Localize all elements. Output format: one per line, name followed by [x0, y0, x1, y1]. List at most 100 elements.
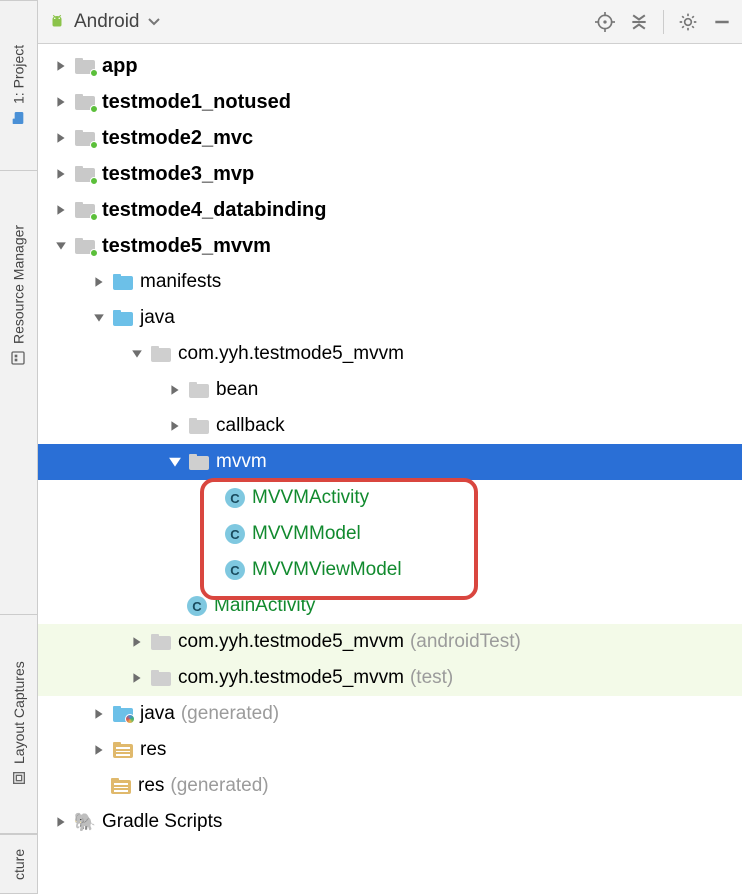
tree-row[interactable]: bean: [38, 372, 742, 408]
folder-res-icon: [112, 739, 134, 761]
tree-row[interactable]: C MVVMActivity: [38, 480, 742, 516]
tree-item-label: testmode5_mvvm: [102, 235, 271, 258]
tree-row[interactable]: java: [38, 300, 742, 336]
dropdown-icon[interactable]: [148, 17, 160, 27]
tree-row[interactable]: app: [38, 48, 742, 84]
class-c-icon: C: [224, 487, 246, 509]
tree-row[interactable]: testmode5_mvvm: [38, 228, 742, 264]
tree-item-label: java: [140, 307, 175, 329]
folder-icon: [11, 110, 27, 126]
view-selector-label: Android: [74, 11, 140, 33]
tree-item-label: app: [102, 55, 138, 78]
tree-item-suffix: (test): [410, 667, 453, 689]
tree-item-label: testmode3_mvp: [102, 163, 254, 186]
tree-row[interactable]: C MainActivity: [38, 588, 742, 624]
expand-arrow-icon[interactable]: [126, 631, 148, 653]
side-tab-label: Resource Manager: [11, 225, 27, 344]
tree-row[interactable]: mvvm: [38, 444, 742, 480]
expand-arrow-icon[interactable]: [164, 379, 186, 401]
captures-icon: [11, 770, 27, 786]
tree-item-suffix: (generated): [181, 703, 279, 725]
class-c-icon: C: [186, 595, 208, 617]
tree-item-label: manifests: [140, 271, 221, 293]
expand-arrow-icon[interactable]: [88, 271, 110, 293]
tree-item-suffix: (androidTest): [410, 631, 521, 653]
folder-module-icon: [74, 127, 96, 149]
side-tab-truncated[interactable]: cture: [0, 834, 38, 894]
tree-item-label: MVVMActivity: [252, 487, 369, 509]
project-tree[interactable]: app testmode1_notused testmode2_mvctestmod…: [38, 44, 742, 894]
expand-arrow-icon[interactable]: [50, 55, 72, 77]
tree-row[interactable]: testmode3_mvp: [38, 156, 742, 192]
side-tab-resource-manager[interactable]: Resource Manager: [0, 170, 37, 420]
folder-gray-icon: [188, 451, 210, 473]
collapse-icon[interactable]: [629, 12, 649, 32]
folder-module-icon: [74, 163, 96, 185]
tree-row[interactable]: manifests: [38, 264, 742, 300]
collapse-arrow-icon[interactable]: [164, 451, 186, 473]
folder-module-icon: [74, 55, 96, 77]
tree-row[interactable]: testmode2_mvc: [38, 120, 742, 156]
side-tab-label: cture: [11, 848, 27, 879]
expand-arrow-icon[interactable]: [88, 703, 110, 725]
expand-arrow-icon[interactable]: [164, 415, 186, 437]
expand-arrow-icon[interactable]: [50, 199, 72, 221]
folder-blue-icon: [112, 307, 134, 329]
tree-row[interactable]: C MVVMViewModel: [38, 552, 742, 588]
resource-icon: [11, 350, 27, 366]
tree-row[interactable]: com.yyh.testmode5_mvvm (test): [38, 660, 742, 696]
tree-row[interactable]: testmode4_databinding: [38, 192, 742, 228]
tree-item-label: testmode4_databinding: [102, 199, 326, 222]
tree-item-label: MainActivity: [214, 595, 315, 617]
tree-row[interactable]: com.yyh.testmode5_mvvm (androidTest): [38, 624, 742, 660]
side-tab-project[interactable]: 1: Project: [0, 0, 37, 170]
folder-gray-icon: [188, 415, 210, 437]
tree-item-label: com.yyh.testmode5_mvvm: [178, 343, 404, 365]
folder-module-icon: [74, 199, 96, 221]
tree-item-label: callback: [216, 415, 285, 437]
tree-row[interactable]: res (generated): [38, 768, 742, 804]
tree-row[interactable]: 🐘 Gradle Scripts: [38, 804, 742, 840]
tree-item-label: testmode2_mvc: [102, 127, 253, 150]
project-tool-header: Android: [38, 0, 742, 44]
elephant-icon: 🐘: [74, 811, 96, 833]
expand-arrow-icon[interactable]: [50, 163, 72, 185]
tree-row[interactable]: java(generated): [38, 696, 742, 732]
class-c-icon: C: [224, 559, 246, 581]
tree-row[interactable]: callback: [38, 408, 742, 444]
tree-row[interactable]: testmode1_notused: [38, 84, 742, 120]
class-c-icon: C: [224, 523, 246, 545]
tree-item-label: testmode1_notused: [102, 91, 291, 114]
collapse-arrow-icon[interactable]: [126, 343, 148, 365]
folder-spin-icon: [112, 703, 134, 725]
expand-arrow-icon[interactable]: [50, 91, 72, 113]
side-tab-label: 1: Project: [11, 45, 27, 104]
tree-item-label: mvvm: [216, 451, 267, 473]
target-icon[interactable]: [595, 12, 615, 32]
minimize-icon[interactable]: [712, 12, 732, 32]
tree-item-label: MVVMModel: [252, 523, 361, 545]
tree-row[interactable]: res: [38, 732, 742, 768]
expand-arrow-icon[interactable]: [50, 811, 72, 833]
expand-arrow-icon[interactable]: [88, 739, 110, 761]
tree-item-label: bean: [216, 379, 258, 401]
tree-item-label: com.yyh.testmode5_mvvm: [178, 667, 404, 689]
tree-row[interactable]: com.yyh.testmode5_mvvm: [38, 336, 742, 372]
tree-item-label: MVVMViewModel: [252, 559, 402, 581]
tree-item-label: res: [138, 775, 164, 797]
collapse-arrow-icon[interactable]: [50, 235, 72, 257]
side-tab-layout-captures[interactable]: Layout Captures: [0, 614, 38, 834]
side-tab-label: Layout Captures: [11, 662, 27, 765]
tree-item-label: Gradle Scripts: [102, 811, 222, 833]
expand-arrow-icon[interactable]: [126, 667, 148, 689]
android-icon: [48, 13, 66, 31]
tree-item-suffix: (generated): [170, 775, 268, 797]
collapse-arrow-icon[interactable]: [88, 307, 110, 329]
folder-gray-icon: [188, 379, 210, 401]
expand-arrow-icon[interactable]: [50, 127, 72, 149]
tree-item-label: com.yyh.testmode5_mvvm: [178, 631, 404, 653]
folder-module-icon: [74, 235, 96, 257]
divider: [663, 10, 664, 34]
tree-row[interactable]: C MVVMModel: [38, 516, 742, 552]
gear-icon[interactable]: [678, 12, 698, 32]
